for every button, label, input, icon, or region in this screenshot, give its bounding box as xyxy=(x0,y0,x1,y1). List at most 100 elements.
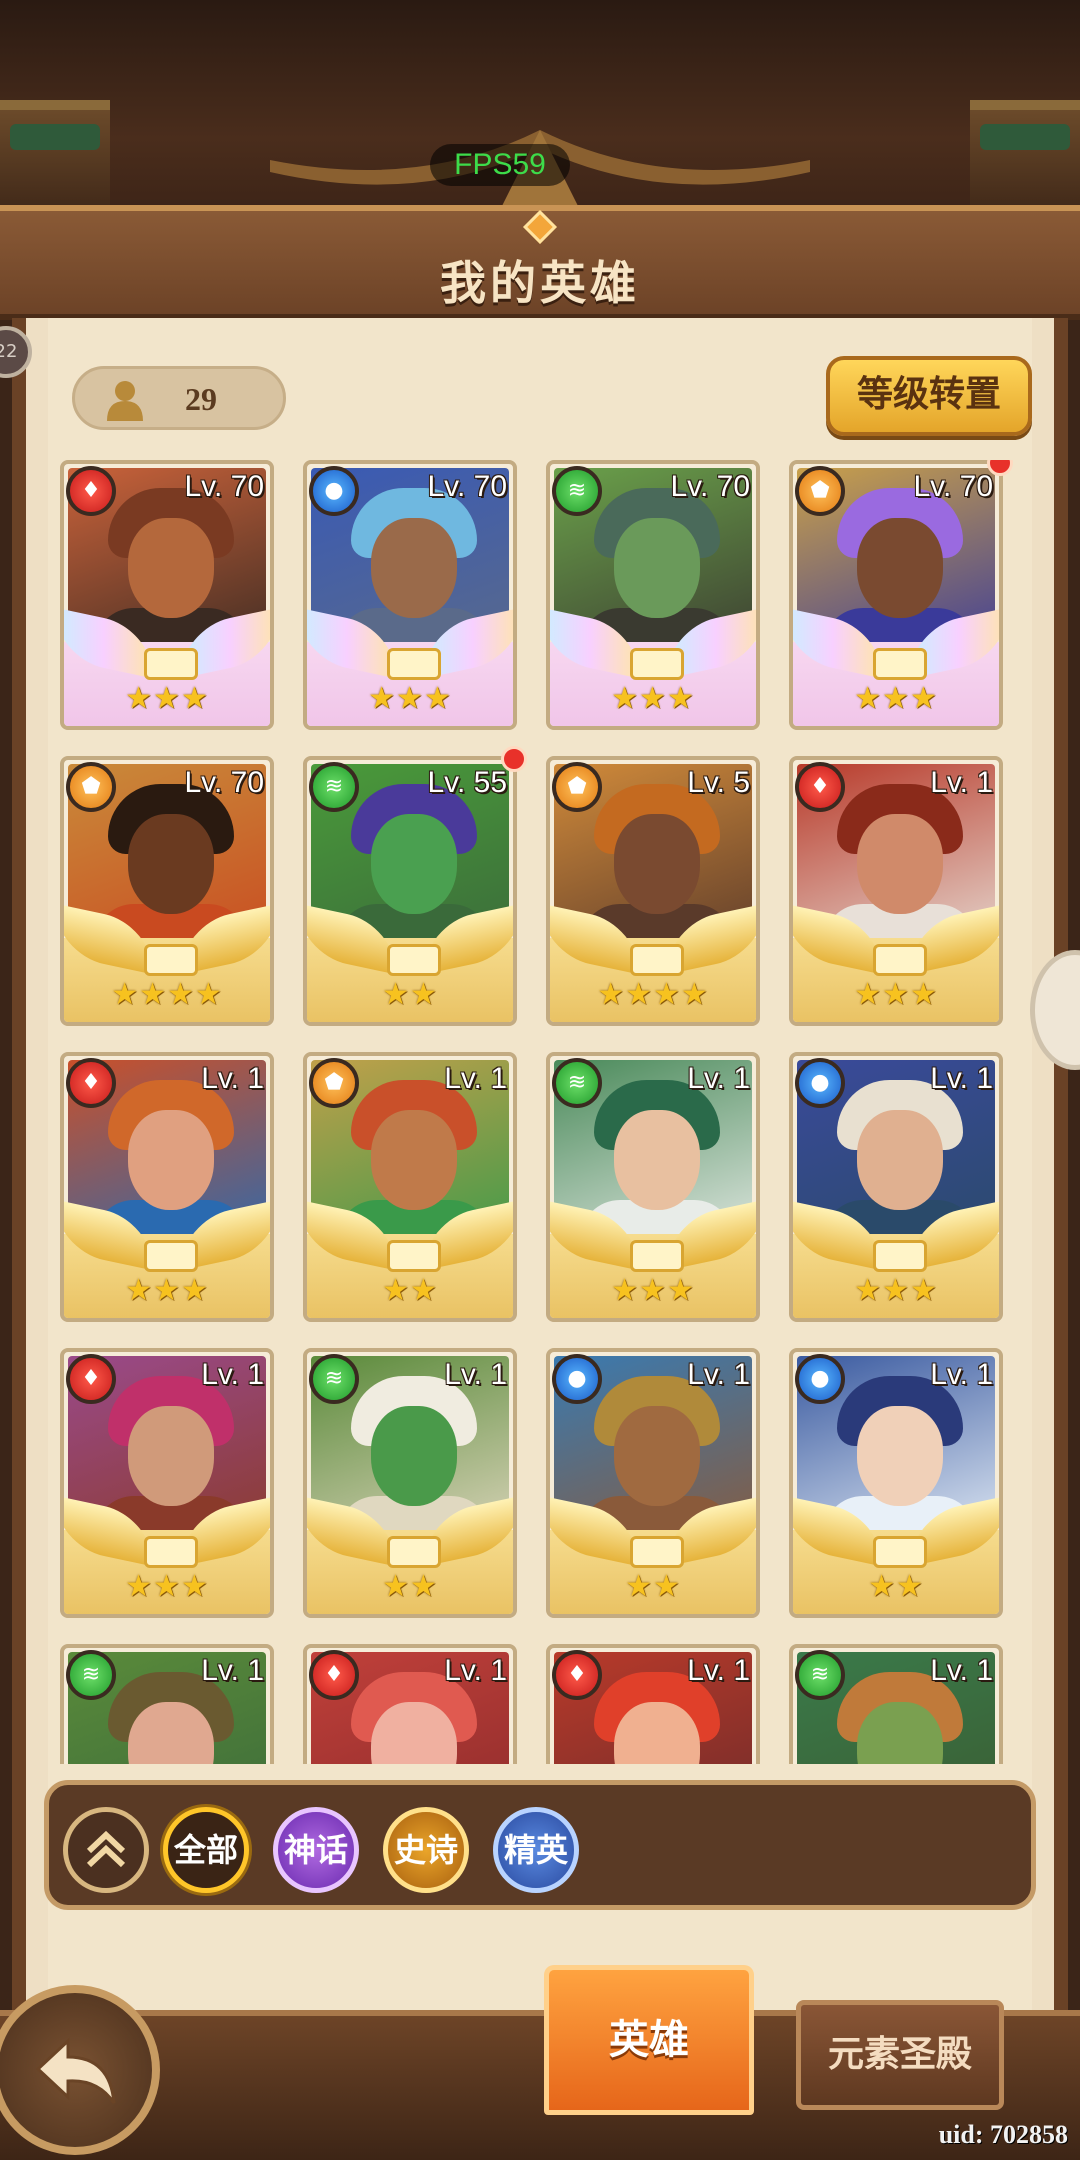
hero-face xyxy=(128,814,214,914)
hero-level: Lv. 1 xyxy=(930,766,993,799)
star-rating: ★★★ xyxy=(125,1569,209,1604)
hero-card[interactable]: ★★★ ● Lv. 1 xyxy=(789,1052,1003,1322)
hero-card[interactable]: ★★ ● Lv. 1 xyxy=(789,1348,1003,1618)
gold-rarity-frame: ★★ xyxy=(307,1199,513,1318)
star-rating: ★★ xyxy=(625,1569,681,1604)
filter-all-button[interactable]: 全部 xyxy=(163,1807,249,1893)
hero-card[interactable]: ★★ ⬟ Lv. 1 xyxy=(303,1052,517,1322)
left-pillar-decoration xyxy=(0,100,110,220)
water-gem-icon: ● xyxy=(552,1354,602,1404)
gold-rarity-frame: ★★ xyxy=(550,1495,756,1614)
mythic-rarity-frame: ★★★ xyxy=(64,607,270,726)
hero-card[interactable]: ★★★★ ⬟ Lv. 5 xyxy=(546,756,760,1026)
filter-mythic-button[interactable]: 神话 xyxy=(273,1807,359,1893)
hero-card[interactable]: ★★★ ● Lv. 70 xyxy=(303,460,517,730)
rank-emblem-icon xyxy=(387,944,441,976)
page-title: 我的英雄 xyxy=(440,256,640,310)
rank-emblem-icon xyxy=(387,1240,441,1272)
hero-card[interactable]: ♦ Lv. 1 xyxy=(303,1644,517,1764)
right-pillar-decoration xyxy=(970,100,1080,220)
light-gem-icon: ⬟ xyxy=(66,762,116,812)
person-icon xyxy=(107,381,143,421)
hero-face xyxy=(857,814,943,914)
hero-card[interactable]: ★★★ ♦ Lv. 1 xyxy=(60,1348,274,1618)
rank-emblem-icon xyxy=(387,648,441,680)
hero-card[interactable]: ★★ ● Lv. 1 xyxy=(546,1348,760,1618)
hero-level: Lv. 70 xyxy=(913,470,994,503)
hero-card[interactable]: ★★★ ♦ Lv. 1 xyxy=(789,756,1003,1026)
diamond-gem-icon xyxy=(523,210,557,244)
rank-emblem-icon xyxy=(873,1536,927,1568)
light-gem-icon: ⬟ xyxy=(309,1058,359,1108)
water-gem-icon: ● xyxy=(795,1354,845,1404)
star-rating: ★★★ xyxy=(611,681,695,716)
hero-card[interactable]: ★★★ ⬟ Lv. 70 xyxy=(789,460,1003,730)
star-rating: ★★★ xyxy=(854,977,938,1012)
hero-face xyxy=(857,1406,943,1506)
fps-counter: FPS59 xyxy=(430,144,570,186)
gold-rarity-frame: ★★★ xyxy=(550,1199,756,1318)
star-rating: ★★★ xyxy=(854,681,938,716)
gold-rarity-frame: ★★★★ xyxy=(64,903,270,1022)
hero-level: Lv. 1 xyxy=(930,1358,993,1391)
star-rating: ★★ xyxy=(382,1569,438,1604)
star-rating: ★★★★ xyxy=(597,977,709,1012)
rank-emblem-icon xyxy=(630,1536,684,1568)
wind-gem-icon: ≋ xyxy=(309,762,359,812)
filter-elite-button[interactable]: 精英 xyxy=(493,1807,579,1893)
hero-face xyxy=(614,814,700,914)
leaf-ornament xyxy=(10,124,100,150)
gold-rarity-frame: ★★ xyxy=(307,903,513,1022)
tab-element-temple[interactable]: 元素圣殿 xyxy=(796,2000,1004,2110)
rank-emblem-icon xyxy=(387,1536,441,1568)
level-transfer-button[interactable]: 等级转置 xyxy=(826,356,1032,436)
star-rating: ★★★★ xyxy=(111,977,223,1012)
star-rating: ★★★ xyxy=(125,1273,209,1308)
rank-emblem-icon xyxy=(873,1240,927,1272)
filter-epic-button[interactable]: 史诗 xyxy=(383,1807,469,1893)
hero-face xyxy=(371,1406,457,1506)
hero-level: Lv. 5 xyxy=(687,766,750,799)
hero-level: Lv. 1 xyxy=(444,1654,507,1687)
hero-card[interactable]: ♦ Lv. 1 xyxy=(546,1644,760,1764)
tab-hero[interactable]: 英雄 xyxy=(544,1965,754,2115)
gold-rarity-frame: ★★ xyxy=(307,1495,513,1614)
wind-gem-icon: ≋ xyxy=(309,1354,359,1404)
hero-card[interactable]: ★★★★ ⬟ Lv. 70 xyxy=(60,756,274,1026)
star-rating: ★★★ xyxy=(854,1273,938,1308)
hero-count-pill: 29 xyxy=(72,366,286,430)
hero-level: Lv. 55 xyxy=(427,766,508,799)
double-chevron-up-icon xyxy=(86,1830,126,1868)
hero-card[interactable]: ★★★ ♦ Lv. 70 xyxy=(60,460,274,730)
wind-gem-icon: ≋ xyxy=(795,1650,845,1700)
hero-level: Lv. 1 xyxy=(201,1062,264,1095)
fire-gem-icon: ♦ xyxy=(552,1650,602,1700)
rank-emblem-icon xyxy=(144,1536,198,1568)
hero-card[interactable]: ≋ Lv. 1 xyxy=(60,1644,274,1764)
hero-level: Lv. 1 xyxy=(930,1062,993,1095)
hero-level: Lv. 1 xyxy=(930,1654,993,1687)
fire-gem-icon: ♦ xyxy=(795,762,845,812)
hero-card[interactable]: ★★★ ≋ Lv. 70 xyxy=(546,460,760,730)
rank-emblem-icon xyxy=(873,944,927,976)
hero-card[interactable]: ★★★ ♦ Lv. 1 xyxy=(60,1052,274,1322)
hero-card[interactable]: ★★ ≋ Lv. 1 xyxy=(303,1348,517,1618)
mythic-rarity-frame: ★★★ xyxy=(793,607,999,726)
user-id: uid: 702858 xyxy=(938,2120,1068,2149)
mythic-rarity-frame: ★★★ xyxy=(307,607,513,726)
collapse-button[interactable] xyxy=(63,1807,149,1893)
fire-gem-icon: ♦ xyxy=(309,1650,359,1700)
hero-face xyxy=(128,1406,214,1506)
gold-rarity-frame: ★★★★ xyxy=(550,903,756,1022)
notification-dot xyxy=(501,746,527,772)
rank-emblem-icon xyxy=(630,648,684,680)
hero-card[interactable]: ≋ Lv. 1 xyxy=(789,1644,1003,1764)
water-gem-icon: ● xyxy=(795,1058,845,1108)
gold-rarity-frame: ★★ xyxy=(793,1495,999,1614)
hero-face xyxy=(614,1406,700,1506)
wind-gem-icon: ≋ xyxy=(66,1650,116,1700)
hero-card[interactable]: ★★ ≋ Lv. 55 xyxy=(303,756,517,1026)
hero-card[interactable]: ★★★ ≋ Lv. 1 xyxy=(546,1052,760,1322)
star-rating: ★★★ xyxy=(125,681,209,716)
hero-face xyxy=(857,518,943,618)
